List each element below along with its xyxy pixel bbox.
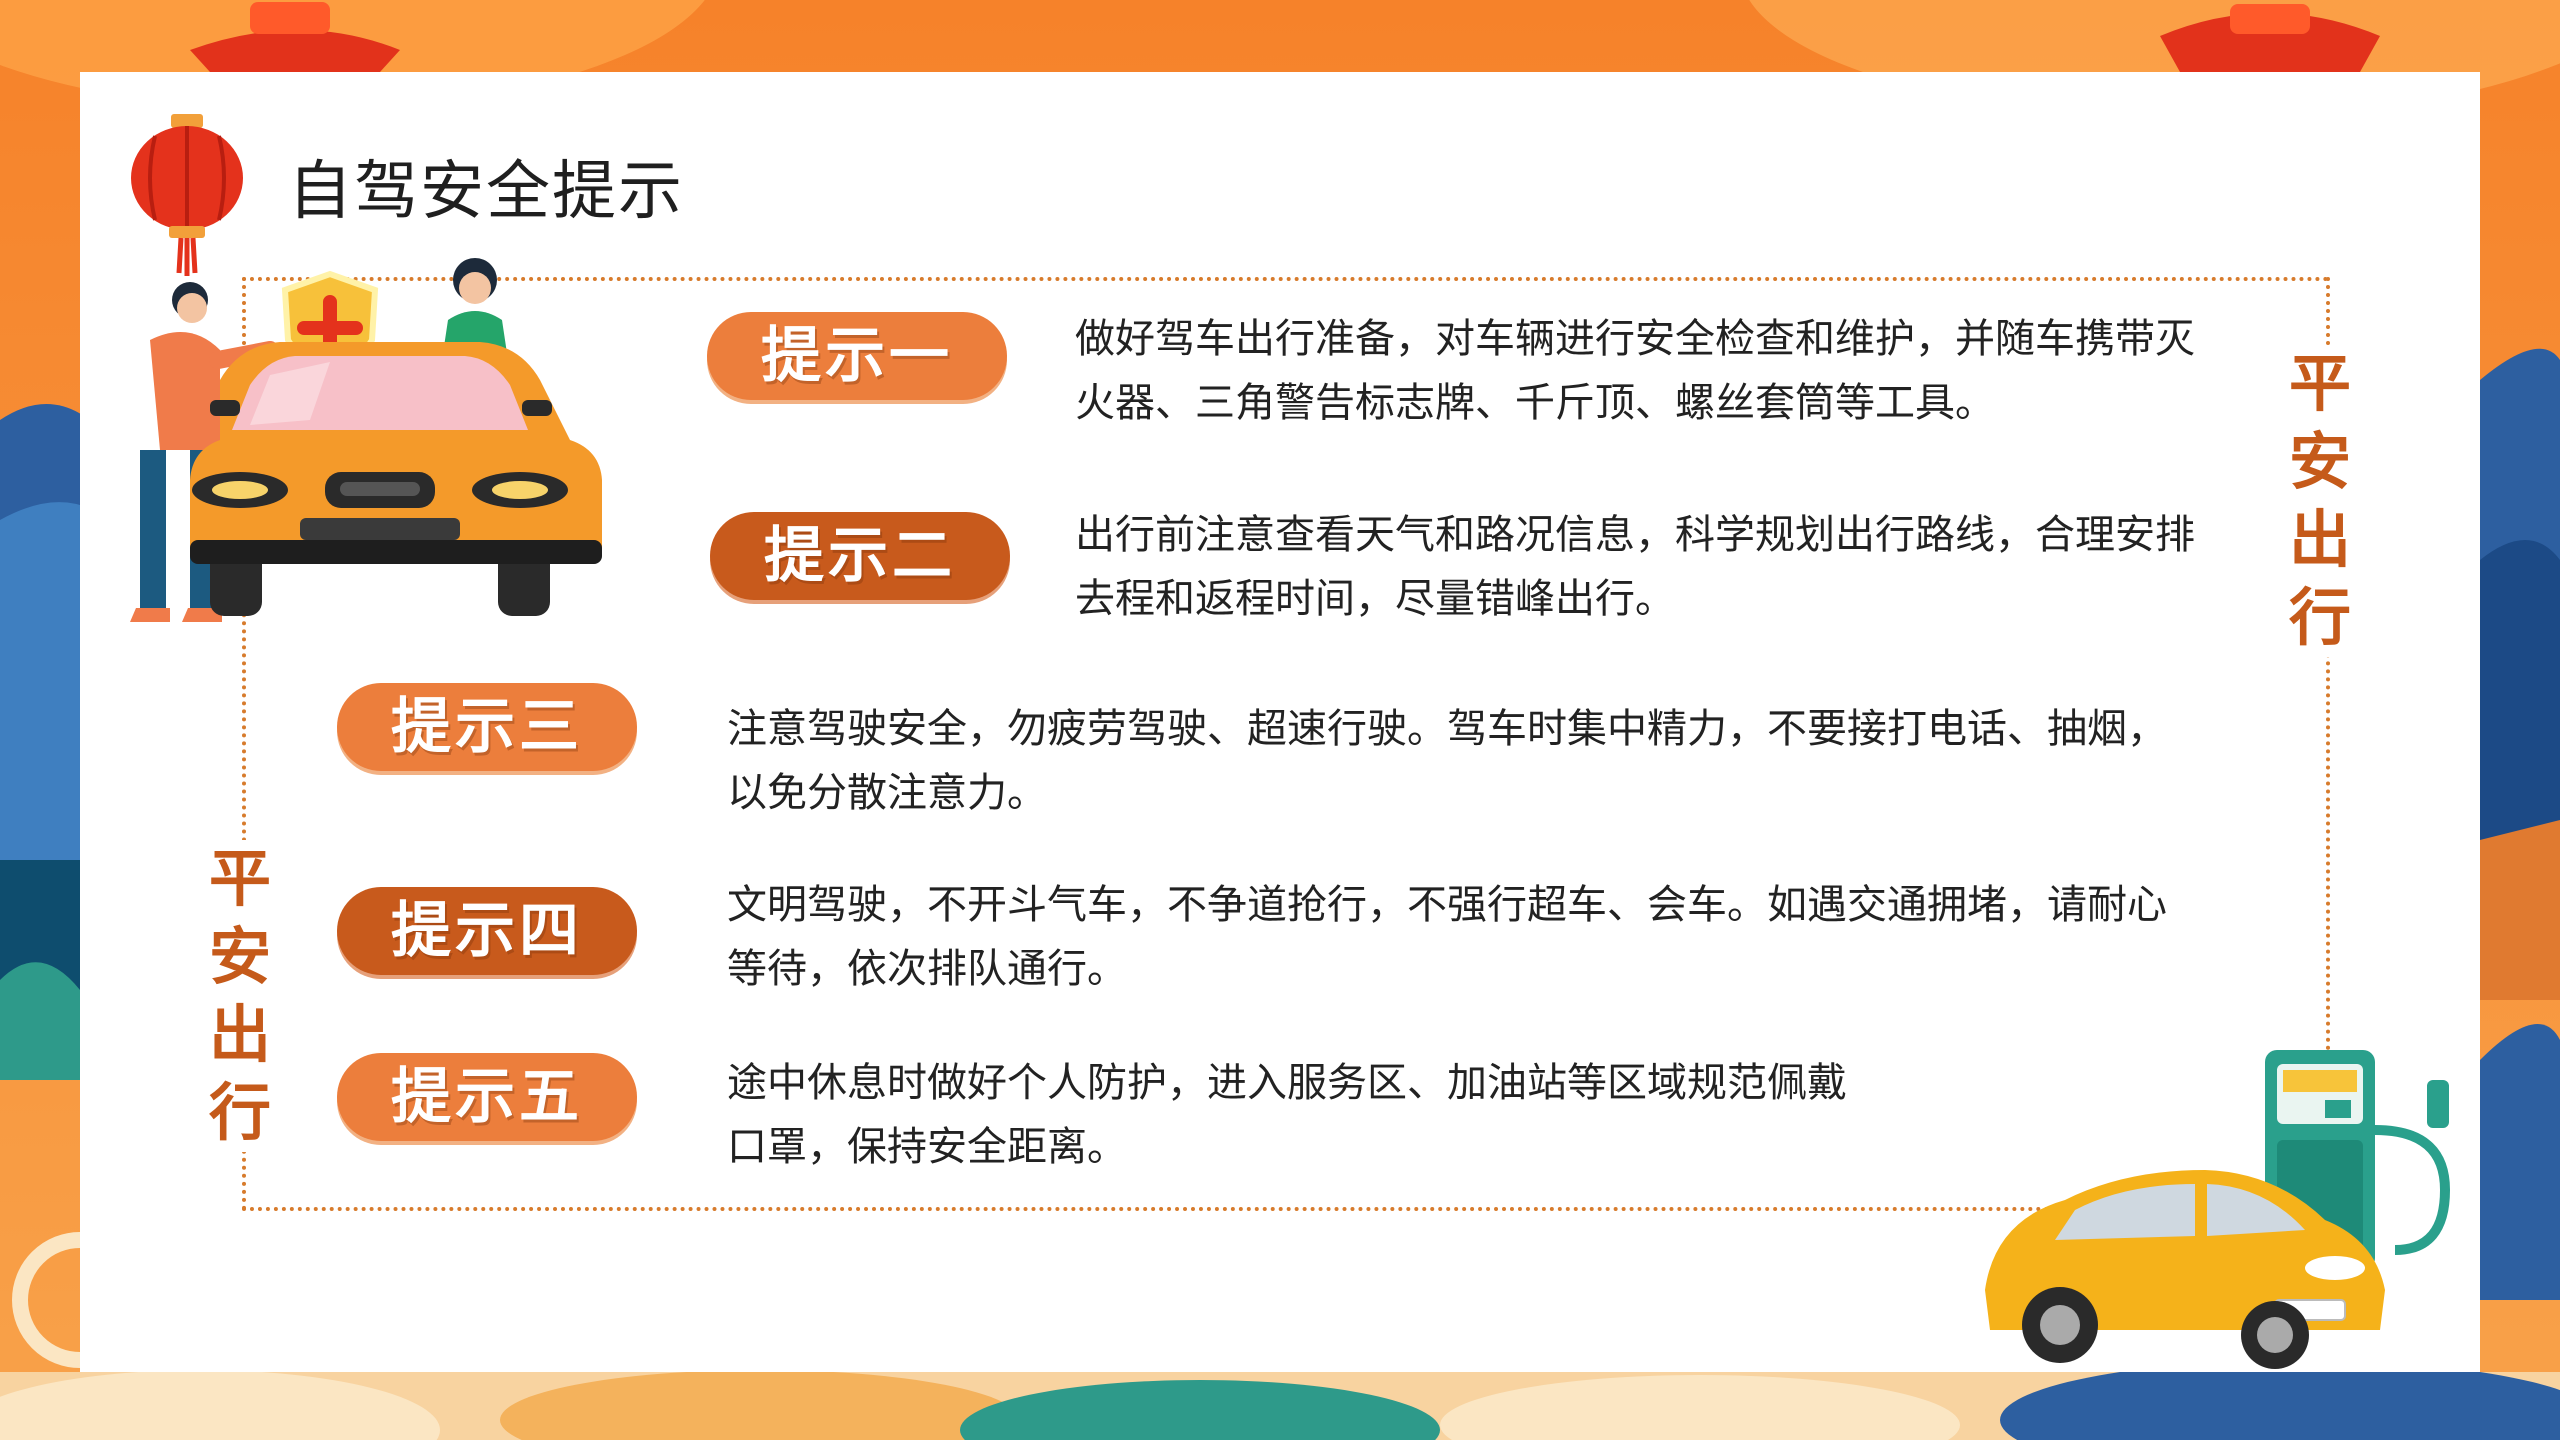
vertical-label-left: 平 安 出 行 bbox=[205, 840, 275, 1152]
tip-text-5-line-1: 途中休息时做好个人防护，进入服务区、加油站等区域规范佩戴 bbox=[727, 1060, 1847, 1106]
vertical-label-right: 平 安 出 行 bbox=[2285, 345, 2355, 657]
car-with-people-illustration bbox=[130, 258, 602, 622]
tip-badge-1: 提示一 bbox=[707, 312, 1007, 400]
page-title: 自驾安全提示 bbox=[288, 155, 684, 229]
tip-text-3: 注意驾驶安全，勿疲劳驾驶、超速行驶。驾车时集中精力，不要接打电话、抽烟，以免分散… bbox=[727, 706, 2167, 816]
vertical-char: 行 bbox=[208, 1076, 271, 1149]
vertical-char: 平 bbox=[2288, 347, 2351, 420]
tip-badge-5: 提示五 bbox=[337, 1053, 637, 1141]
tip-badge-4: 提示四 bbox=[337, 887, 637, 975]
tip-badge-3: 提示三 bbox=[337, 683, 637, 771]
vertical-char: 出 bbox=[208, 998, 271, 1071]
tip-text-4: 文明驾驶，不开斗气车，不争道抢行，不强行超车、会车。如遇交通拥堵，请耐心等待，依… bbox=[727, 882, 2167, 992]
tip-badge-2: 提示二 bbox=[710, 512, 1010, 600]
vertical-char: 平 bbox=[208, 842, 271, 915]
vertical-char: 安 bbox=[208, 920, 271, 993]
tip-text-5: 途中休息时做好个人防护，进入服务区、加油站等区域规范佩戴 口罩，保持安全距离。 bbox=[727, 1051, 2027, 1179]
vertical-char: 安 bbox=[2288, 425, 2351, 498]
tip-text-1: 做好驾车出行准备，对车辆进行安全检查和维护，并随车携带灭火器、三角警告标志牌、千… bbox=[1075, 316, 2195, 426]
vertical-char: 行 bbox=[2288, 581, 2351, 654]
yellow-car-illustration bbox=[1985, 1170, 2385, 1369]
tip-text-2: 出行前注意查看天气和路况信息，科学规划出行路线，合理安排去程和返程时间，尽量错峰… bbox=[1075, 512, 2195, 622]
tip-text-5-line-2: 口罩，保持安全距离。 bbox=[727, 1124, 1127, 1170]
vertical-char: 出 bbox=[2288, 503, 2351, 576]
